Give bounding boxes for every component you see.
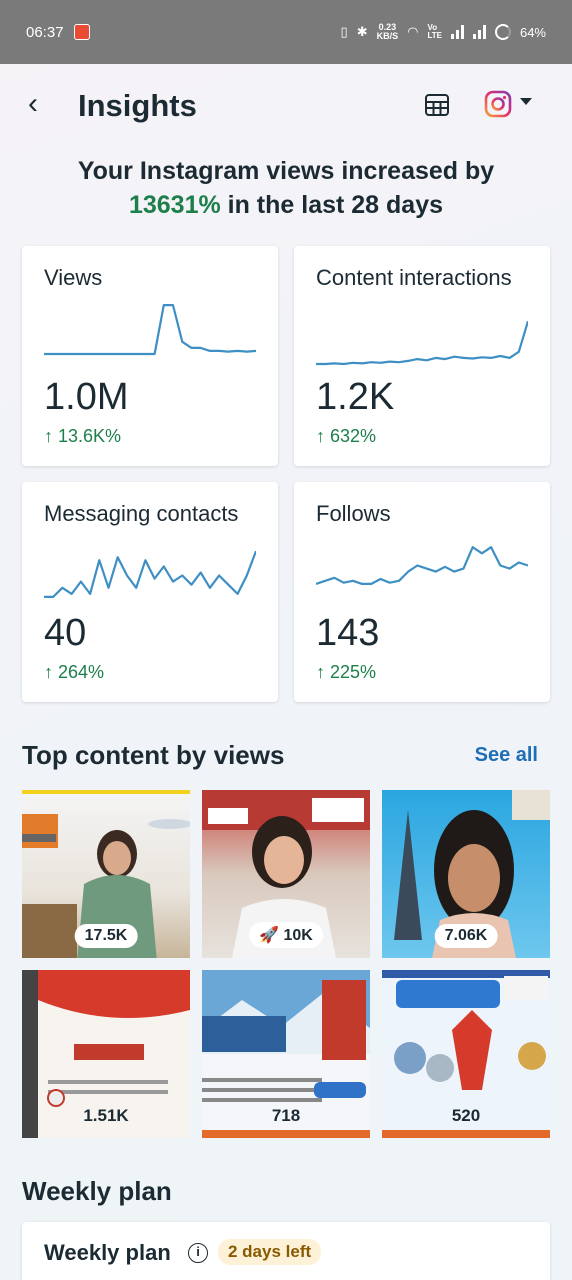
bluetooth-icon: ✱	[356, 24, 368, 39]
card-title: Content interactions	[316, 265, 512, 290]
table-icon[interactable]	[424, 92, 450, 118]
follows-card[interactable]: Follows 143 ↑ 225%	[294, 482, 550, 702]
content-thumbnail[interactable]: 7.06K	[382, 790, 550, 958]
battery-icon	[494, 24, 511, 40]
header: ‹ Insights	[0, 84, 572, 130]
view-count: 718	[271, 1106, 301, 1125]
content-interactions-card[interactable]: Content interactions 1.2K ↑ 632%	[294, 246, 550, 466]
card-title: Views	[44, 265, 103, 290]
status-bar: 06:37 ▯ ✱ 0.23 KB/S ◠ Vo LTE 64%	[0, 0, 572, 64]
view-count: 1.51K	[83, 1106, 129, 1125]
sparkline-path	[316, 546, 528, 586]
card-change: ↑ 264%	[44, 662, 105, 682]
content-thumbnail[interactable]: 17.5K	[22, 790, 190, 958]
view-count-value: 10K	[283, 927, 313, 944]
card-value: 1.2K	[316, 376, 395, 418]
weekly-plan-card-title: Weekly plan	[44, 1240, 171, 1265]
card-change: ↑ 225%	[316, 662, 377, 682]
status-time: 06:37	[26, 23, 64, 41]
view-count: 🚀 10K	[249, 922, 323, 948]
signal-icon-2	[472, 25, 486, 39]
interactions-sparkline	[316, 320, 528, 366]
see-all-link[interactable]: See all	[475, 744, 538, 767]
card-change: ↑ 632%	[316, 426, 377, 446]
content-thumbnail[interactable]: 1.51K	[22, 970, 190, 1138]
follows-sparkline	[316, 546, 528, 586]
view-count: 520	[451, 1106, 481, 1125]
content-thumbnail[interactable]: 718	[202, 970, 370, 1138]
weekly-plan-section-title: Weekly plan	[22, 1176, 172, 1206]
headline-line2: 13631% in the last 28 days	[0, 188, 572, 222]
card-value: 40	[44, 612, 87, 654]
sparkline-path	[44, 303, 256, 356]
sparkline-path	[316, 320, 528, 366]
headline-rest: in the last 28 days	[220, 191, 444, 219]
card-value: 1.0M	[44, 376, 129, 418]
lte-bottom: LTE	[427, 31, 442, 40]
card-change: ↑ 13.6K%	[44, 426, 122, 446]
instagram-icon[interactable]	[484, 90, 512, 118]
messaging-sparkline	[44, 550, 256, 599]
top-content-title: Top content by views	[22, 740, 285, 770]
lte-indicator: Vo LTE	[427, 24, 442, 40]
net-speed: 0.23 KB/S	[377, 23, 399, 41]
view-count: 7.06K	[434, 924, 498, 948]
content-thumbnail[interactable]: 🚀 10K	[202, 790, 370, 958]
account-dropdown-icon[interactable]	[520, 98, 532, 105]
headline-line1: Your Instagram views increased by	[77, 157, 495, 185]
sparkline-path	[44, 550, 256, 599]
views-sparkline	[44, 303, 256, 356]
headline: Your Instagram views increased by 13631%…	[0, 154, 572, 222]
card-title: Follows	[316, 501, 391, 526]
page-title: Insights	[78, 88, 197, 123]
info-icon[interactable]: i	[188, 1243, 208, 1263]
rocket-icon: 🚀	[259, 927, 280, 944]
messaging-contacts-card[interactable]: Messaging contacts 40 ↑ 264%	[22, 482, 278, 702]
weekly-plan-card[interactable]: Weekly plan i 2 days left	[22, 1222, 550, 1280]
net-speed-unit: KB/S	[376, 31, 399, 41]
signal-icon	[450, 25, 464, 39]
battery-level: 64%	[519, 24, 546, 40]
wifi-icon: ◠	[407, 24, 419, 39]
days-left-badge: 2 days left	[218, 1239, 322, 1265]
content-thumbnail[interactable]: 520	[382, 970, 550, 1138]
views-card[interactable]: Views 1.0M ↑ 13.6K%	[22, 246, 278, 466]
vibrate-icon: ▯	[340, 24, 348, 39]
app-notification-icon	[73, 24, 90, 40]
card-value: 143	[316, 612, 380, 654]
card-title: Messaging contacts	[44, 501, 239, 526]
view-count: 17.5K	[74, 924, 138, 948]
back-button[interactable]: ‹	[28, 89, 58, 120]
headline-percent: 13631%	[128, 191, 221, 219]
